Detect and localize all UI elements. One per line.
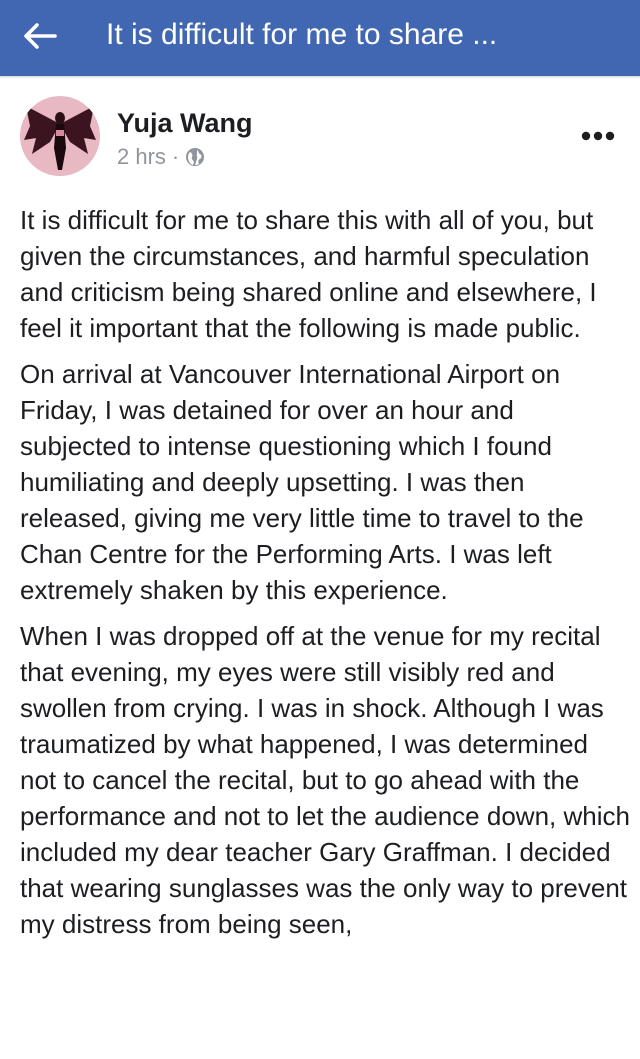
post-paragraph: When I was dropped off at the venue for … xyxy=(20,621,630,939)
more-dots-icon xyxy=(581,131,615,141)
post-author[interactable]: Yuja Wang xyxy=(117,108,253,138)
meta-separator: · xyxy=(171,144,180,169)
post-paragraph: On arrival at Vancouver International Ai… xyxy=(20,359,584,605)
post-header: Yuja Wang 2 hrs · xyxy=(0,96,640,186)
avatar[interactable] xyxy=(20,96,100,176)
app-bar: It is difficult for me to share ... xyxy=(0,0,640,76)
post-body: It is difficult for me to share this wit… xyxy=(20,202,630,952)
post-meta: 2 hrs · xyxy=(117,144,205,170)
avatar-image xyxy=(20,96,100,176)
post-timestamp[interactable]: 2 hrs xyxy=(117,144,166,170)
more-options-button[interactable] xyxy=(578,124,618,148)
globe-icon xyxy=(186,148,205,166)
post-paragraph: It is difficult for me to share this wit… xyxy=(20,205,597,343)
back-button[interactable] xyxy=(20,16,60,56)
page-title: It is difficult for me to share ... xyxy=(106,18,498,51)
arrow-left-icon xyxy=(24,23,57,49)
appbar-shadow xyxy=(0,76,640,79)
